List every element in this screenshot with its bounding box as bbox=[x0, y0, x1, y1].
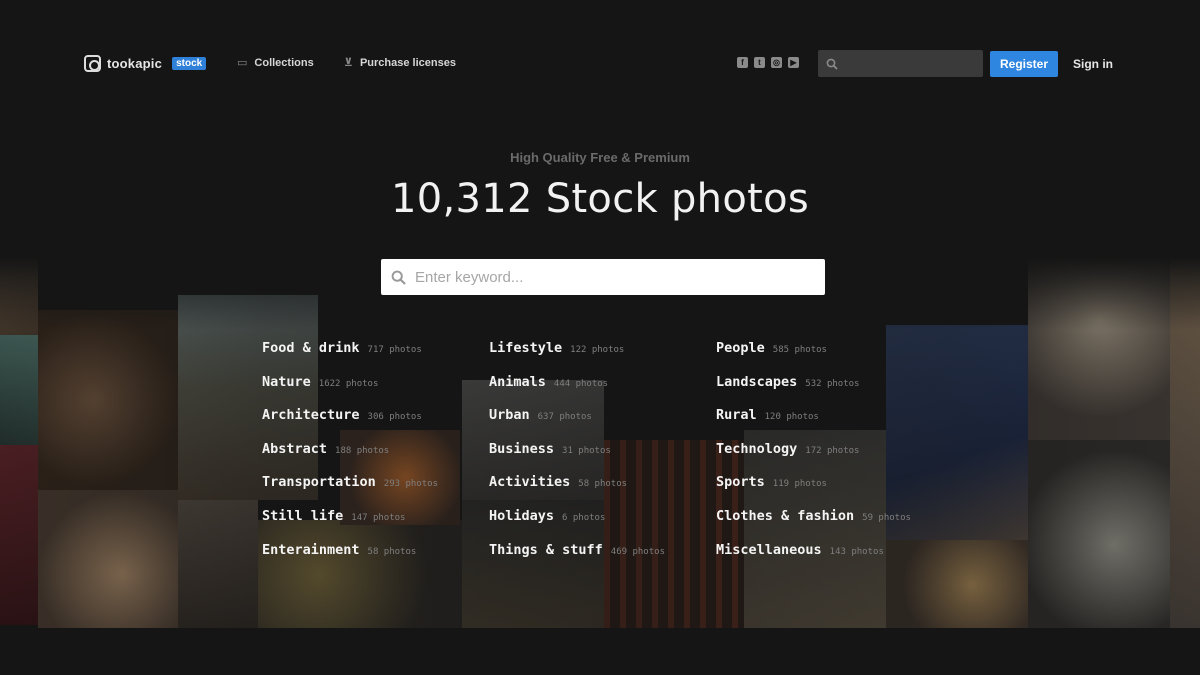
category-count: 31 photos bbox=[562, 445, 611, 456]
category-link[interactable]: Lifestyle 122 photos bbox=[489, 340, 714, 374]
category-link[interactable]: Sports 119 photos bbox=[716, 474, 941, 508]
category-name: Sports bbox=[716, 474, 765, 491]
cart-icon: ⊻ bbox=[344, 56, 353, 69]
nav-collections[interactable]: ▭ Collections bbox=[237, 56, 314, 69]
category-name: Holidays bbox=[489, 507, 555, 524]
category-name: Transportation bbox=[262, 474, 376, 491]
category-link[interactable]: Activities 58 photos bbox=[489, 474, 714, 508]
category-link[interactable]: Enterainment 58 photos bbox=[262, 542, 487, 576]
category-name: Urban bbox=[489, 407, 530, 424]
category-name: Food & drink bbox=[262, 340, 360, 356]
category-link[interactable]: Animals 444 photos bbox=[489, 374, 714, 408]
category-count: 306 photos bbox=[367, 412, 422, 423]
category-column-1: Food & drink 717 photos Nature 1622 photos… bbox=[262, 340, 487, 575]
category-column-2: Lifestyle 122 photos Animals 444 photos Ur… bbox=[489, 340, 714, 575]
nav-purchase-licenses-label: Purchase licenses bbox=[359, 56, 456, 69]
search-icon bbox=[826, 58, 838, 70]
category-count: 147 photos bbox=[351, 512, 406, 523]
category-count: 143 photos bbox=[829, 546, 884, 557]
category-name: Still life bbox=[262, 507, 344, 524]
category-name: Clothes & fashion bbox=[716, 507, 855, 524]
category-link[interactable]: Food & drink 717 photos bbox=[262, 340, 487, 374]
nav-purchase-licenses[interactable]: ⊻ Purchase licenses bbox=[344, 56, 456, 69]
collage-bottom-band bbox=[0, 628, 1200, 675]
category-link[interactable]: Still life 147 photos bbox=[262, 508, 487, 542]
category-link[interactable]: Architecture 306 photos bbox=[262, 407, 487, 441]
category-count: 58 photos bbox=[578, 479, 628, 490]
category-name: Technology bbox=[716, 440, 798, 457]
category-link[interactable]: Nature 1622 photos bbox=[262, 374, 487, 408]
signin-link[interactable]: Sign in bbox=[1073, 57, 1113, 71]
category-count: 119 photos bbox=[772, 479, 827, 490]
category-link[interactable]: Holidays 6 photos bbox=[489, 508, 714, 542]
category-count: 6 photos bbox=[562, 512, 606, 523]
category-count: 637 photos bbox=[537, 412, 592, 423]
category-name: Business bbox=[489, 440, 555, 457]
category-count: 172 photos bbox=[805, 445, 860, 456]
category-name: Things & stuff bbox=[489, 541, 603, 558]
category-count: 120 photos bbox=[764, 412, 819, 423]
category-name: Lifestyle bbox=[489, 340, 563, 356]
register-button[interactable]: Register bbox=[990, 51, 1058, 77]
category-name: Animals bbox=[489, 373, 546, 390]
hero-tagline: High Quality Free & Premium bbox=[510, 150, 690, 165]
keyword-search-input[interactable] bbox=[415, 268, 815, 286]
category-count: 444 photos bbox=[553, 378, 609, 389]
folder-icon: ▭ bbox=[237, 56, 248, 69]
site-header: tookapic stock ▭ Collections ⊻ Purchase … bbox=[0, 0, 1200, 128]
category-name: Enterainment bbox=[262, 541, 360, 558]
category-name: Miscellaneous bbox=[716, 541, 822, 558]
brand-logo[interactable]: tookapic stock bbox=[84, 55, 207, 72]
category-count: 469 photos bbox=[610, 546, 665, 557]
category-count: 717 photos bbox=[367, 345, 422, 355]
facebook-icon[interactable]: f bbox=[737, 57, 748, 68]
instagram-icon[interactable]: ◎ bbox=[771, 57, 782, 68]
category-link[interactable]: Transportation 293 photos bbox=[262, 474, 487, 508]
category-link[interactable]: Urban 637 photos bbox=[489, 407, 714, 441]
category-name: Rural bbox=[716, 407, 757, 424]
category-count: 532 photos bbox=[805, 378, 860, 389]
header-search-input[interactable] bbox=[818, 50, 983, 77]
brand-name: tookapic bbox=[107, 56, 163, 71]
category-name: Abstract bbox=[262, 440, 328, 457]
category-link[interactable]: Things & stuff 469 photos bbox=[489, 542, 714, 576]
category-link[interactable]: Landscapes 532 photos bbox=[716, 374, 941, 408]
category-column-3: People 585 photos Landscapes 532 photos Ru… bbox=[716, 340, 941, 575]
nav-collections-label: Collections bbox=[254, 56, 314, 69]
keyword-search-box[interactable] bbox=[381, 259, 825, 295]
category-link[interactable]: Miscellaneous 143 photos bbox=[716, 542, 941, 576]
youtube-icon[interactable]: ▶ bbox=[788, 57, 799, 68]
category-name: Nature bbox=[262, 373, 311, 390]
category-count: 188 photos bbox=[335, 445, 390, 456]
category-count: 585 photos bbox=[772, 345, 827, 355]
category-count: 1622 photos bbox=[318, 378, 379, 389]
brand-badge: stock bbox=[172, 57, 207, 70]
category-link[interactable]: Business 31 photos bbox=[489, 441, 714, 475]
twitter-icon[interactable]: t bbox=[754, 57, 765, 68]
category-count: 293 photos bbox=[383, 479, 438, 490]
category-name: People bbox=[716, 340, 765, 356]
category-count: 59 photos bbox=[862, 512, 911, 523]
camera-icon bbox=[84, 55, 101, 72]
category-name: Activities bbox=[489, 474, 571, 491]
category-name: Architecture bbox=[262, 407, 360, 424]
category-link[interactable]: Clothes & fashion 59 photos bbox=[716, 508, 941, 542]
category-link[interactable]: Technology 172 photos bbox=[716, 441, 941, 475]
category-name: Landscapes bbox=[716, 373, 798, 390]
hero-title: 10,312 Stock photos bbox=[390, 176, 809, 222]
category-link[interactable]: Rural 120 photos bbox=[716, 407, 941, 441]
search-icon bbox=[391, 270, 406, 285]
category-link[interactable]: People 585 photos bbox=[716, 340, 941, 374]
category-count: 122 photos bbox=[570, 345, 625, 355]
social-links: f t ◎ ▶ bbox=[737, 57, 799, 68]
category-count: 58 photos bbox=[367, 546, 417, 557]
category-link[interactable]: Abstract 188 photos bbox=[262, 441, 487, 475]
